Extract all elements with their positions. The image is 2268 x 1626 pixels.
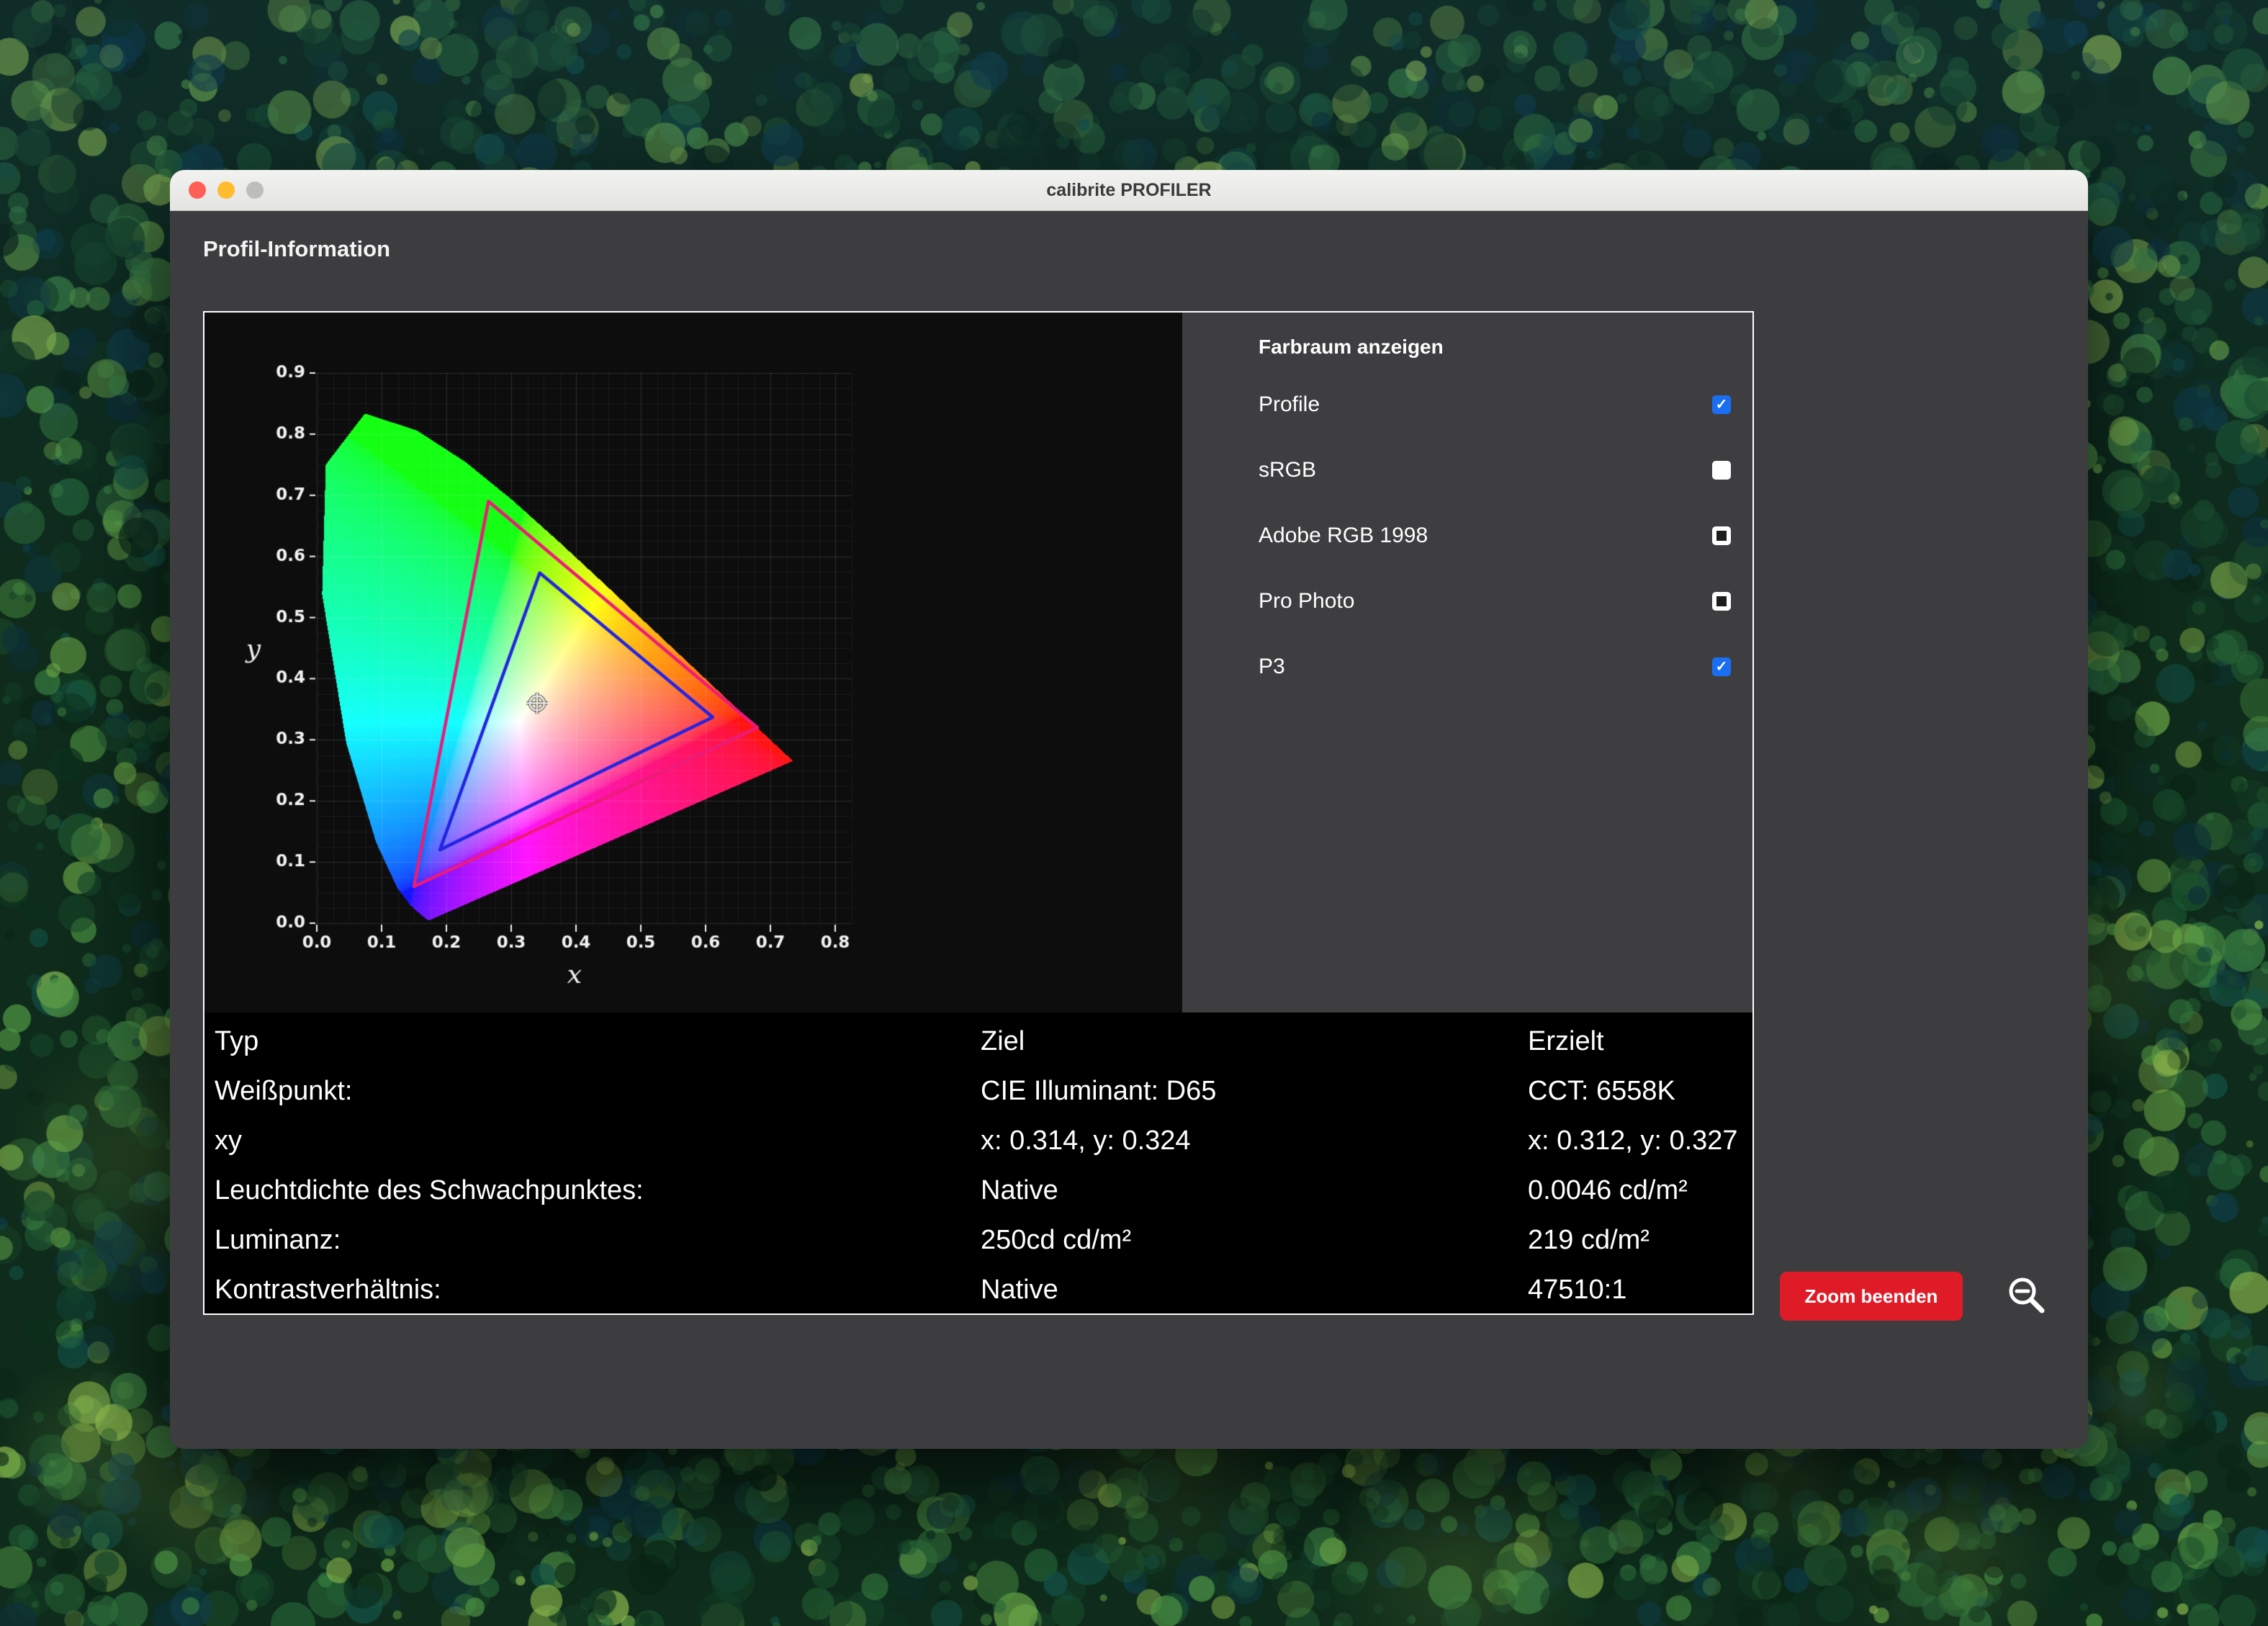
colorspace-row-p3: P3 ✓ — [1259, 645, 1731, 688]
table-cell: xy — [215, 1126, 242, 1156]
colorspace-panel-heading: Farbraum anzeigen — [1259, 336, 1444, 358]
minimize-button[interactable] — [217, 181, 235, 199]
chromaticity-diagram[interactable] — [204, 313, 1182, 1012]
window-titlebar[interactable]: calibrite PROFILER — [170, 170, 2088, 211]
table-cell: 219 cd/m² — [1528, 1225, 1650, 1255]
table-cell: Luminanz: — [215, 1225, 341, 1255]
table-header-cell: Ziel — [981, 1026, 1025, 1056]
colorspace-row-pro-photo: Pro Photo — [1259, 580, 1731, 623]
table-header-cell: Erzielt — [1528, 1026, 1604, 1056]
colorspace-label-adobe-rgb-1998: Adobe RGB 1998 — [1259, 524, 1428, 547]
page-title: Profil-Information — [203, 236, 391, 261]
table-cell: Native — [981, 1275, 1058, 1305]
colorspace-label-pro-photo: Pro Photo — [1259, 589, 1355, 613]
table-cell: x: 0.314, y: 0.324 — [981, 1126, 1191, 1156]
checkbox-srgb[interactable] — [1712, 461, 1731, 480]
checkbox-p3[interactable]: ✓ — [1712, 657, 1731, 676]
table-cell: Native — [981, 1175, 1058, 1205]
table-cell: Kontrastverhältnis: — [215, 1275, 441, 1305]
table-cell: CCT: 6558K — [1528, 1076, 1675, 1106]
colorspace-label-profile: Profile — [1259, 392, 1320, 416]
profile-info-table: Typ Ziel Erzielt Weißpunkt: CIE Illuminant: … — [204, 1012, 1752, 1313]
checkbox-profile[interactable]: ✓ — [1712, 395, 1731, 414]
colorspace-row-profile: Profile ✓ — [1259, 383, 1731, 426]
table-cell: 250cd cd/m² — [981, 1225, 1132, 1255]
table-cell: x: 0.312, y: 0.327 — [1528, 1126, 1738, 1156]
table-cell: 0.0046 cd/m² — [1528, 1175, 1688, 1205]
table-cell: 47510:1 — [1528, 1275, 1627, 1305]
colorspace-label-srgb: sRGB — [1259, 458, 1317, 482]
checkbox-pro-photo[interactable] — [1712, 592, 1731, 611]
colorspace-row-srgb: sRGB — [1259, 449, 1731, 492]
colorspace-label-p3: P3 — [1259, 655, 1285, 678]
colorspace-row-adobe-rgb-1998: Adobe RGB 1998 — [1259, 514, 1731, 557]
colorspace-panel: Farbraum anzeigen Profile ✓ sRGB Adobe RGB … — [1182, 313, 1752, 1012]
table-header-cell: Typ — [215, 1026, 259, 1056]
fullscreen-button — [246, 181, 264, 199]
table-cell: Weißpunkt: — [215, 1076, 353, 1106]
zoom-out-icon[interactable] — [2006, 1275, 2046, 1315]
close-button[interactable] — [189, 181, 206, 199]
table-cell: Leuchtdichte des Schwachpunktes: — [215, 1175, 644, 1205]
window-title: calibrite PROFILER — [1046, 180, 1212, 200]
table-cell: CIE Illuminant: D65 — [981, 1076, 1217, 1106]
zoom-end-button[interactable]: Zoom beenden — [1780, 1272, 1963, 1321]
checkbox-adobe-rgb-1998[interactable] — [1712, 526, 1731, 545]
app-window: calibrite PROFILER Profil-Information Fa… — [170, 170, 2088, 1449]
profile-content-panel: Farbraum anzeigen Profile ✓ sRGB Adobe RGB … — [203, 311, 1754, 1315]
